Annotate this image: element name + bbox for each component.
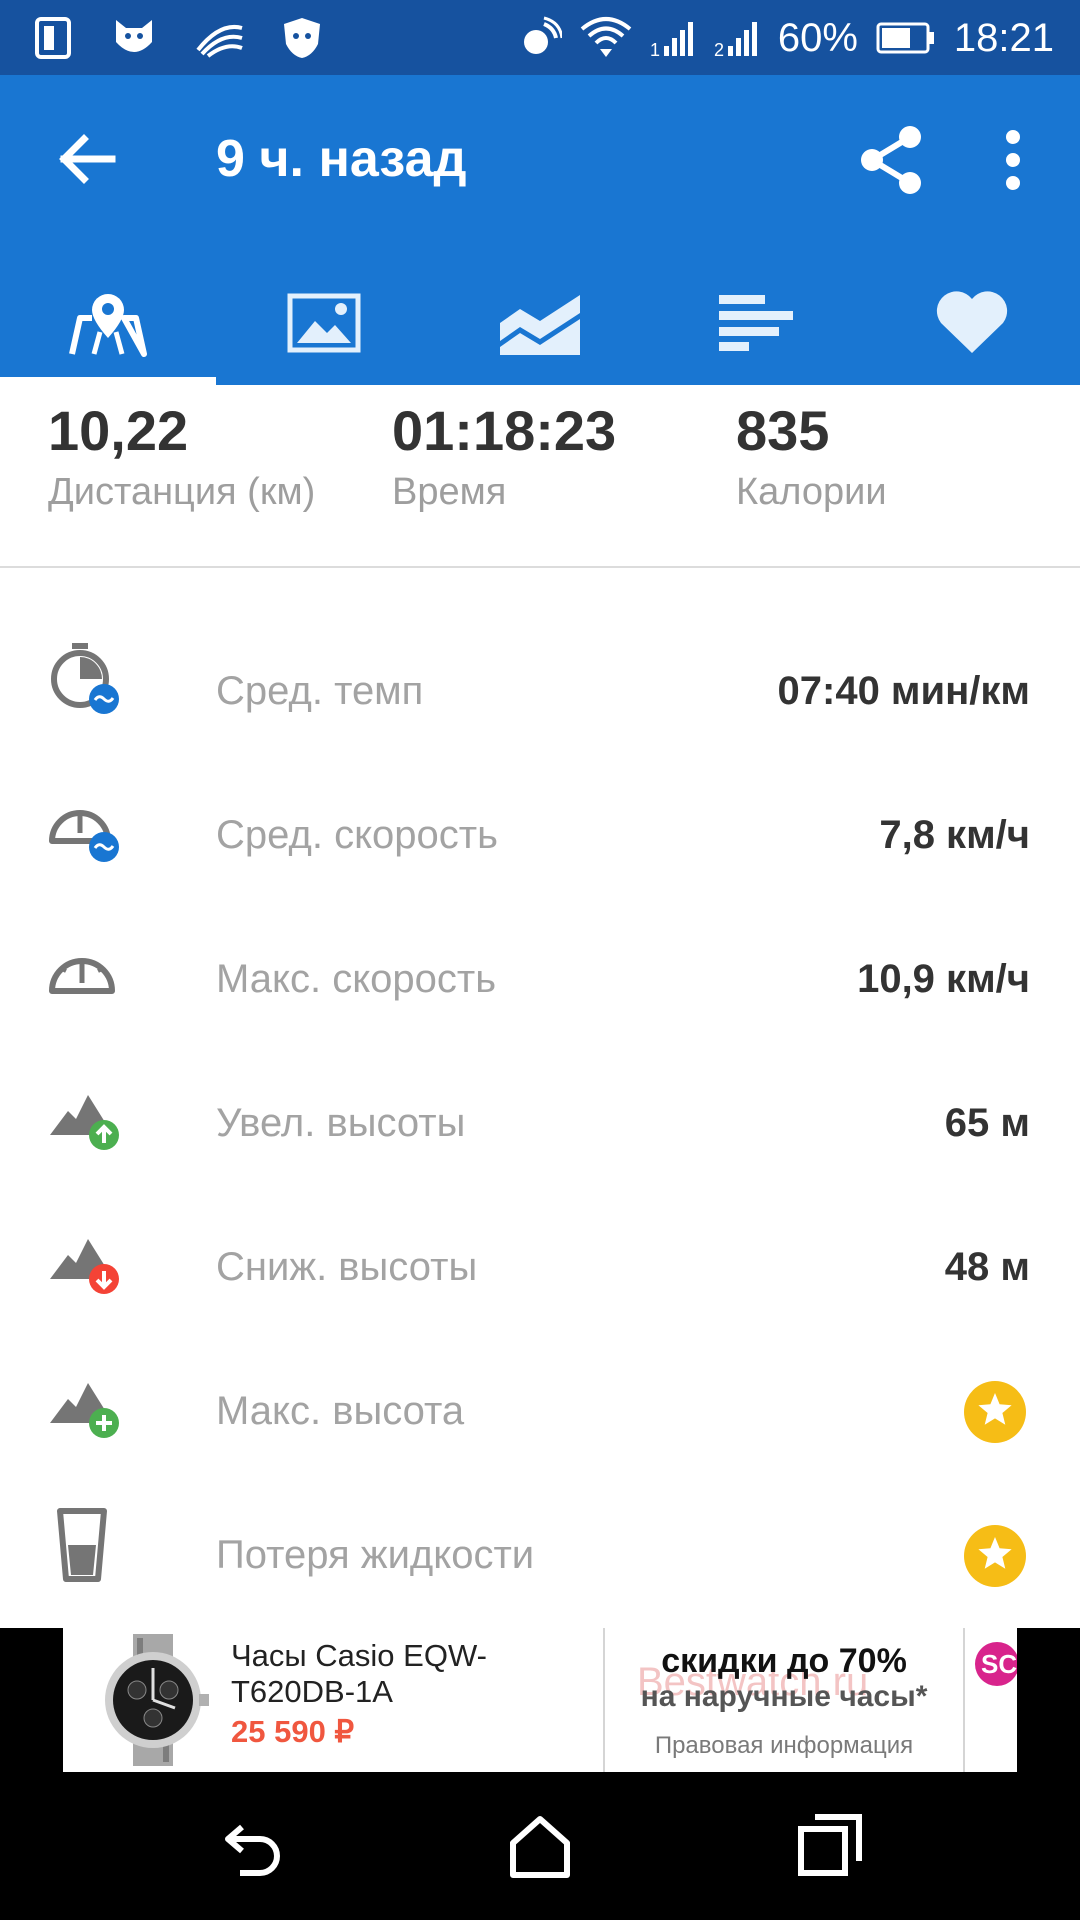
page-title: 9 ч. назад bbox=[216, 130, 467, 188]
photo-icon bbox=[287, 293, 361, 358]
ad-next-logo: SC bbox=[975, 1642, 1017, 1686]
antivirus-icon bbox=[282, 16, 322, 60]
signal-sim1-icon: 1 bbox=[650, 18, 696, 58]
wifi-icon bbox=[580, 15, 632, 61]
star-icon bbox=[976, 1391, 1014, 1434]
workout-summary: 10,22 Дистанция (км) 01:18:23 Время 835 … bbox=[0, 385, 1080, 568]
tab-bar bbox=[0, 265, 1080, 385]
stat-label: Макс. высота bbox=[216, 1389, 465, 1433]
stat-row-avg-pace: Сред. темп 07:40 мин/км bbox=[0, 619, 1080, 763]
ad-divider bbox=[963, 1628, 965, 1772]
arrow-back-icon bbox=[54, 134, 118, 195]
heart-icon bbox=[935, 290, 1009, 360]
calories-value: 835 bbox=[736, 399, 830, 462]
nav-home-icon bbox=[505, 1816, 575, 1885]
star-icon bbox=[976, 1535, 1014, 1578]
stat-row-max-elevation: Макс. высота bbox=[0, 1339, 1080, 1483]
stat-value: 10,9 км/ч bbox=[857, 957, 1030, 1001]
summary-calories: 835 Калории bbox=[736, 397, 887, 517]
nav-back-icon bbox=[218, 1824, 288, 1885]
distance-value: 10,22 bbox=[48, 399, 189, 462]
ad-promo-headline: скидки до 70% bbox=[661, 1642, 907, 1680]
distance-label: Дистанция (км) bbox=[48, 471, 316, 513]
splits-bars-icon bbox=[719, 294, 793, 356]
system-nav-bar bbox=[0, 1775, 1080, 1920]
nav-recents-icon bbox=[795, 1814, 865, 1885]
stat-row-avg-speed: Сред. скорость 7,8 км/ч bbox=[0, 763, 1080, 907]
battery-icon bbox=[876, 22, 936, 54]
stat-row-max-speed: Макс. скорость 10,9 км/ч bbox=[0, 907, 1080, 1051]
status-bar: 1 2 60% 18:21 bbox=[0, 0, 1080, 75]
ad-product-price: 25 590 ₽ bbox=[231, 1714, 355, 1749]
stat-label: Сниж. высоты bbox=[216, 1245, 478, 1289]
svg-text:1: 1 bbox=[650, 40, 660, 58]
stat-value: 48 м bbox=[944, 1245, 1030, 1289]
tab-map[interactable] bbox=[0, 265, 216, 385]
stat-value: 65 м bbox=[944, 1101, 1030, 1145]
clock: 18:21 bbox=[953, 15, 1054, 60]
summary-distance: 10,22 Дистанция (км) bbox=[48, 397, 315, 517]
swiftkey-icon bbox=[196, 18, 244, 58]
premium-star-badge[interactable] bbox=[964, 1381, 1026, 1443]
nav-home-button[interactable] bbox=[505, 1811, 575, 1881]
svg-text:2: 2 bbox=[714, 40, 724, 58]
tab-photos[interactable] bbox=[216, 265, 432, 385]
stat-value: 07:40 мин/км bbox=[777, 669, 1030, 713]
nav-back-button[interactable] bbox=[218, 1811, 288, 1881]
premium-star-badge[interactable] bbox=[964, 1525, 1026, 1587]
more-vertical-icon bbox=[996, 130, 1030, 199]
nav-recents-button[interactable] bbox=[795, 1811, 865, 1881]
summary-duration: 01:18:23 Время bbox=[392, 397, 616, 517]
signal-sim2-icon: 2 bbox=[714, 18, 760, 58]
battery-percent: 60% bbox=[777, 15, 858, 60]
tab-heart-rate[interactable] bbox=[864, 265, 1080, 385]
avg-speed-icon bbox=[46, 785, 126, 865]
more-options-button[interactable] bbox=[996, 125, 1030, 195]
active-tab-indicator bbox=[0, 377, 216, 385]
ad-banner-area: Часы Casio EQW-T620DB-1A 25 590 ₽ Bestwa… bbox=[0, 1628, 1080, 1775]
stat-label: Макс. скорость bbox=[216, 957, 497, 1001]
ad-banner[interactable]: Часы Casio EQW-T620DB-1A 25 590 ₽ Bestwa… bbox=[63, 1628, 1017, 1772]
fluid-loss-icon bbox=[46, 1505, 126, 1585]
sim-manager-icon bbox=[34, 16, 72, 60]
share-button[interactable] bbox=[858, 125, 924, 195]
elevation-gain-icon bbox=[46, 1073, 126, 1153]
tab-charts[interactable] bbox=[432, 265, 648, 385]
stat-value: 7,8 км/ч bbox=[879, 813, 1030, 857]
duration-label: Время bbox=[392, 471, 507, 513]
share-icon bbox=[858, 126, 924, 199]
duration-value: 01:18:23 bbox=[392, 399, 617, 462]
stat-row-elevation-gain: Увел. высоты 65 м bbox=[0, 1051, 1080, 1195]
tab-splits[interactable] bbox=[648, 265, 864, 385]
stat-row-fluid-loss: Потеря жидкости bbox=[0, 1483, 1080, 1627]
max-speed-icon bbox=[46, 929, 126, 1009]
watch-product-image bbox=[91, 1634, 215, 1766]
stat-row-elevation-loss: Сниж. высоты 48 м bbox=[0, 1195, 1080, 1339]
ad-legal-link[interactable]: Правовая информация bbox=[605, 1732, 963, 1760]
ad-promo-subline: на наручные часы* bbox=[640, 1680, 928, 1713]
stat-label: Потеря жидкости bbox=[216, 1533, 535, 1577]
max-elevation-icon bbox=[46, 1361, 126, 1441]
nfc-icon bbox=[518, 16, 562, 60]
avg-pace-icon bbox=[46, 641, 126, 721]
back-button[interactable] bbox=[54, 127, 118, 191]
bird-app-icon bbox=[110, 16, 158, 60]
calories-label: Калории bbox=[736, 471, 887, 513]
ad-product-name: Часы Casio EQW-T620DB-1A bbox=[231, 1638, 487, 1709]
map-pin-icon bbox=[66, 288, 150, 363]
app-bar: 9 ч. назад bbox=[0, 75, 1080, 385]
elevation-loss-icon bbox=[46, 1217, 126, 1297]
stat-label: Сред. темп bbox=[216, 669, 424, 713]
stat-label: Сред. скорость bbox=[216, 813, 498, 857]
chart-area-icon bbox=[498, 289, 582, 362]
stat-label: Увел. высоты bbox=[216, 1101, 466, 1145]
